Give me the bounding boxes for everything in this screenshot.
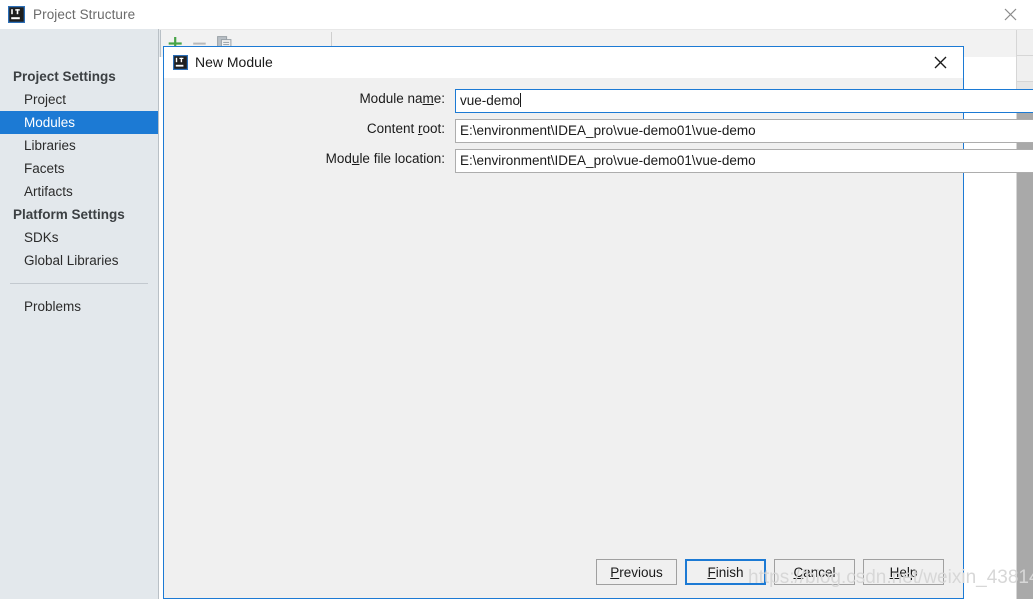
scrollbar-track-seg-1: [1017, 30, 1033, 56]
sidebar-item-modules[interactable]: Modules: [0, 111, 158, 134]
vertical-scrollbar[interactable]: [1016, 30, 1033, 599]
help-button[interactable]: Help: [863, 559, 944, 585]
dialog-body: Module name: vue-demo Content root: E:\e…: [164, 78, 1033, 577]
sidebar-section-platform-settings: Platform Settings: [13, 207, 125, 222]
project-structure-window: Project Structure Project Settings Proje…: [0, 0, 1033, 599]
scrollbar-track-seg-2: [1017, 56, 1033, 82]
window-titlebar: Project Structure: [0, 0, 1033, 30]
label-text-pre: Mod: [325, 151, 352, 166]
button-mnemonic: F: [707, 564, 716, 580]
module-name-value: vue-demo: [460, 93, 521, 108]
content-root-label: Content root:: [164, 121, 453, 136]
sidebar-item-problems[interactable]: Problems: [0, 295, 158, 318]
finish-button[interactable]: Finish: [685, 559, 766, 585]
sidebar-section-project-settings: Project Settings: [13, 69, 116, 84]
scrollbar-thumb[interactable]: [1017, 110, 1033, 599]
dialog-titlebar: New Module: [164, 47, 963, 78]
sidebar-divider: [10, 283, 148, 284]
sidebar-item-global-libraries[interactable]: Global Libraries: [0, 249, 158, 272]
sidebar-item-facets[interactable]: Facets: [0, 157, 158, 180]
module-name-input[interactable]: vue-demo: [455, 89, 1033, 113]
button-label: inish: [715, 564, 744, 580]
module-file-location-label: Module file location:: [164, 151, 453, 166]
new-module-dialog: New Module Module name: vue-demo Content…: [163, 46, 1033, 599]
button-mnemonic: C: [793, 564, 804, 580]
sidebar-item-project[interactable]: Project: [0, 88, 158, 111]
label-text-post: e:: [433, 91, 445, 106]
label-text-pre: Content: [366, 121, 418, 136]
sidebar-item-artifacts[interactable]: Artifacts: [0, 180, 158, 203]
sidebar-item-sdks[interactable]: SDKs: [0, 226, 158, 249]
button-label: revious: [619, 564, 663, 580]
label-text-post: le file location:: [359, 151, 445, 166]
text-caret: [520, 93, 522, 107]
window-title: Project Structure: [33, 7, 136, 22]
intellij-idea-icon: [172, 54, 189, 71]
label-mnemonic: m: [422, 91, 434, 106]
button-mnemonic: P: [610, 564, 620, 580]
form-row-module-file-location: Module file location: E:\environment\IDE…: [164, 149, 1033, 173]
form-row-module-name: Module name: vue-demo: [164, 89, 1033, 113]
module-file-location-input[interactable]: E:\environment\IDEA_pro\vue-demo01\vue-d…: [455, 149, 1033, 173]
button-label: elp: [899, 564, 918, 580]
cancel-button[interactable]: Cancel: [774, 559, 855, 585]
sidebar-item-libraries[interactable]: Libraries: [0, 134, 158, 157]
dialog-close-icon[interactable]: [919, 48, 961, 77]
button-mnemonic: H: [889, 564, 900, 580]
label-text-pre: Module na: [359, 91, 423, 106]
sidebar-list: Project Settings Project Modules Librari…: [0, 65, 158, 318]
label-text-post: oot:: [422, 121, 445, 136]
content-root-input[interactable]: E:\environment\IDEA_pro\vue-demo01\vue-d…: [455, 119, 1033, 143]
form-row-content-root: Content root: E:\environment\IDEA_pro\vu…: [164, 119, 1033, 143]
dialog-button-bar: Previous Finish Cancel Help: [164, 546, 963, 598]
settings-sidebar: Project Settings Project Modules Librari…: [0, 29, 159, 599]
module-name-label: Module name:: [164, 91, 453, 106]
dialog-title: New Module: [195, 54, 273, 70]
window-close-icon[interactable]: [987, 0, 1033, 29]
intellij-idea-icon: [8, 6, 25, 23]
button-label: ancel: [803, 564, 836, 580]
previous-button[interactable]: Previous: [596, 559, 677, 585]
